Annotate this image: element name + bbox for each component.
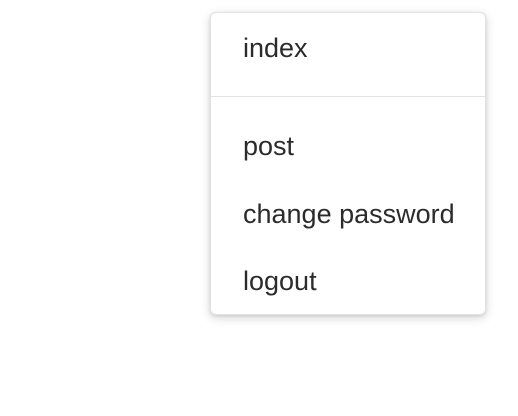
page: index post change password logout bbox=[0, 0, 518, 416]
menu-divider bbox=[211, 96, 485, 97]
menu-item-post[interactable]: post bbox=[243, 126, 294, 166]
menu-item-logout[interactable]: logout bbox=[243, 261, 317, 301]
dropdown-menu: index post change password logout bbox=[210, 12, 486, 315]
menu-item-index[interactable]: index bbox=[243, 28, 308, 68]
menu-item-change-password[interactable]: change password bbox=[243, 194, 455, 234]
